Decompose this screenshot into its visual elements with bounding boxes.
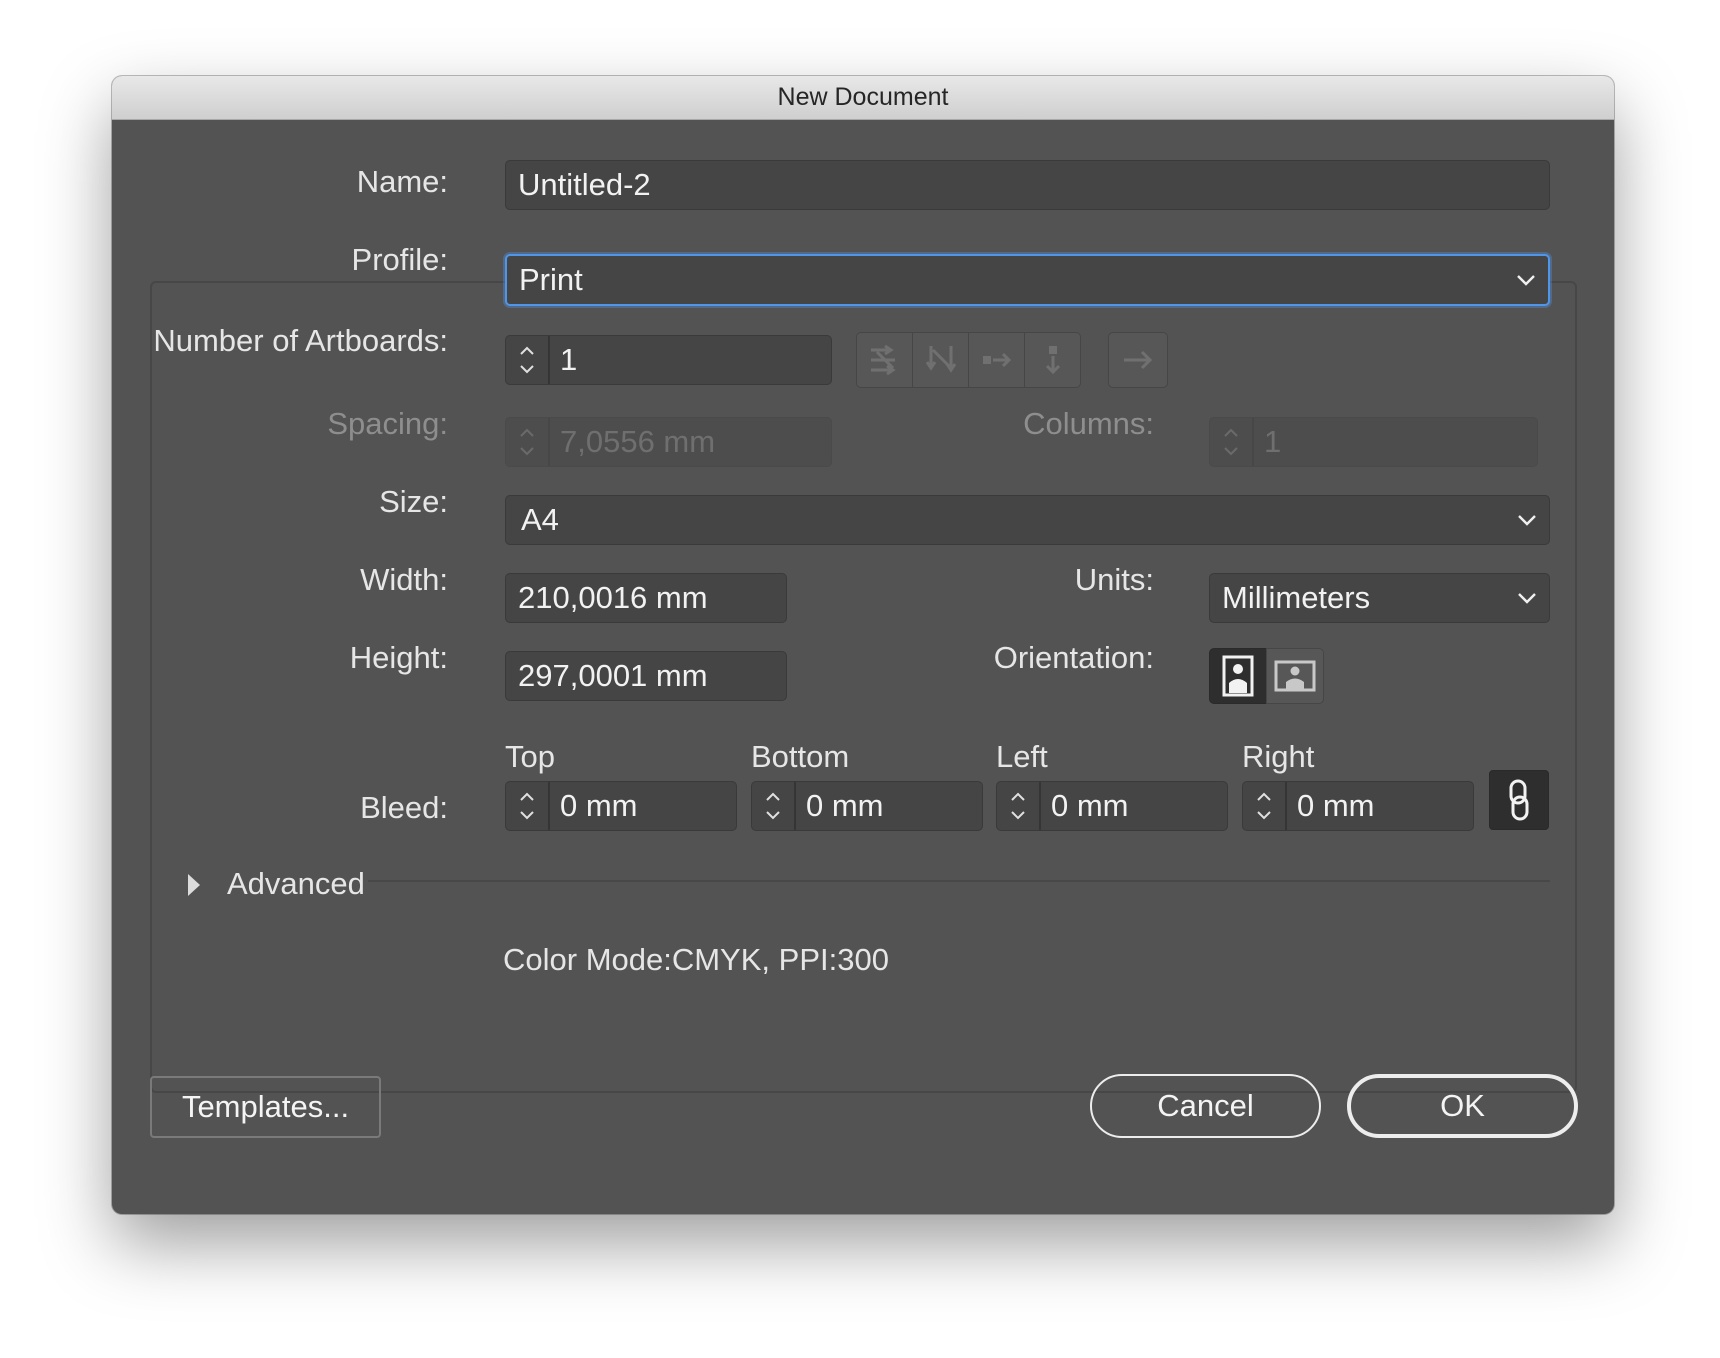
size-select[interactable]: A4 [505, 495, 1550, 545]
templates-button-label: Templates... [181, 1089, 350, 1124]
bleed-left-value: 0 mm [1051, 788, 1129, 823]
bleed-right-label: Right [1242, 739, 1315, 774]
bleed-left-label: Left [996, 739, 1048, 774]
chevron-down-icon [1516, 256, 1536, 304]
bleed-bottom-label: Bottom [751, 739, 850, 774]
arrange-by-column-icon [1045, 346, 1060, 375]
grid-by-row-icon [870, 344, 896, 376]
width-label: Width: [360, 562, 448, 597]
cancel-button[interactable]: Cancel [1090, 1074, 1321, 1138]
bleed-bottom-stepper[interactable]: 0 mm [751, 781, 983, 831]
stepper-arrows-icon[interactable] [1243, 782, 1287, 830]
chain-link-icon [1509, 779, 1529, 821]
artboards-stepper[interactable]: 1 [505, 335, 832, 385]
document-info-text: Color Mode:CMYK, PPI:300 [503, 942, 889, 977]
height-input[interactable]: 297,0001 mm [505, 651, 787, 701]
new-document-dialog: New Document Name: Untitled-2 Profile: P… [112, 76, 1614, 1214]
layout-direction-button[interactable] [1108, 332, 1168, 388]
arrange-by-row-icon [982, 352, 1011, 368]
artboards-label: Number of Artboards: [153, 323, 448, 358]
size-label: Size: [379, 484, 448, 519]
portrait-icon [1222, 655, 1254, 697]
size-value: A4 [521, 502, 559, 537]
landscape-button[interactable] [1266, 648, 1324, 704]
cancel-button-label: Cancel [1157, 1088, 1254, 1123]
spacing-value: 7,0556 mm [560, 424, 716, 459]
bleed-right-value: 0 mm [1297, 788, 1375, 823]
name-input[interactable]: Untitled-2 [505, 160, 1550, 210]
stepper-arrows-icon[interactable] [506, 336, 550, 384]
advanced-label[interactable]: Advanced [227, 864, 365, 904]
bleed-top-stepper[interactable]: 0 mm [505, 781, 737, 831]
advanced-disclosure-triangle-icon[interactable] [186, 872, 202, 903]
bleed-top-label: Top [505, 739, 555, 774]
bleed-bottom-value: 0 mm [806, 788, 884, 823]
advanced-separator [368, 880, 1550, 882]
window-title: New Document [777, 83, 949, 111]
units-label: Units: [1074, 562, 1154, 597]
link-bleed-button[interactable] [1489, 770, 1549, 830]
height-label: Height: [349, 640, 448, 675]
units-value: Millimeters [1222, 580, 1371, 615]
profile-label: Profile: [351, 242, 448, 277]
chevron-down-icon [1517, 574, 1537, 622]
grid-by-row-button[interactable] [856, 332, 913, 388]
columns-stepper[interactable]: 1 [1209, 417, 1538, 467]
bleed-right-stepper[interactable]: 0 mm [1242, 781, 1474, 831]
grid-by-column-icon [925, 346, 956, 373]
spacing-label: Spacing: [327, 406, 448, 441]
units-select[interactable]: Millimeters [1209, 573, 1550, 623]
stepper-arrows-icon[interactable] [997, 782, 1041, 830]
profile-value: Print [519, 262, 583, 297]
bleed-top-value: 0 mm [560, 788, 638, 823]
name-label: Name: [356, 164, 448, 199]
portrait-button[interactable] [1209, 648, 1267, 704]
stepper-arrows-icon [506, 418, 550, 466]
columns-value: 1 [1264, 424, 1282, 459]
arrange-by-column-button[interactable] [1024, 332, 1081, 388]
height-value: 297,0001 mm [518, 658, 708, 693]
name-value: Untitled-2 [518, 167, 651, 202]
stepper-arrows-icon[interactable] [752, 782, 796, 830]
orientation-label: Orientation: [993, 640, 1154, 675]
ok-button[interactable]: OK [1347, 1074, 1578, 1138]
landscape-icon [1274, 660, 1316, 692]
arrow-right-icon [1124, 350, 1153, 370]
width-value: 210,0016 mm [518, 580, 708, 615]
profile-select[interactable]: Print [505, 254, 1550, 306]
width-input[interactable]: 210,0016 mm [505, 573, 787, 623]
title-bar[interactable]: New Document [112, 76, 1614, 120]
columns-label: Columns: [1023, 406, 1154, 441]
arrange-by-row-button[interactable] [968, 332, 1025, 388]
stepper-arrows-icon[interactable] [506, 782, 550, 830]
bleed-left-stepper[interactable]: 0 mm [996, 781, 1228, 831]
artboards-value: 1 [560, 342, 578, 377]
spacing-stepper[interactable]: 7,0556 mm [505, 417, 832, 467]
stepper-arrows-icon [1210, 418, 1254, 466]
ok-button-label: OK [1440, 1088, 1485, 1123]
bleed-label: Bleed: [360, 790, 448, 825]
chevron-down-icon [1517, 496, 1537, 544]
grid-by-column-button[interactable] [912, 332, 969, 388]
templates-button[interactable]: Templates... [150, 1076, 381, 1138]
